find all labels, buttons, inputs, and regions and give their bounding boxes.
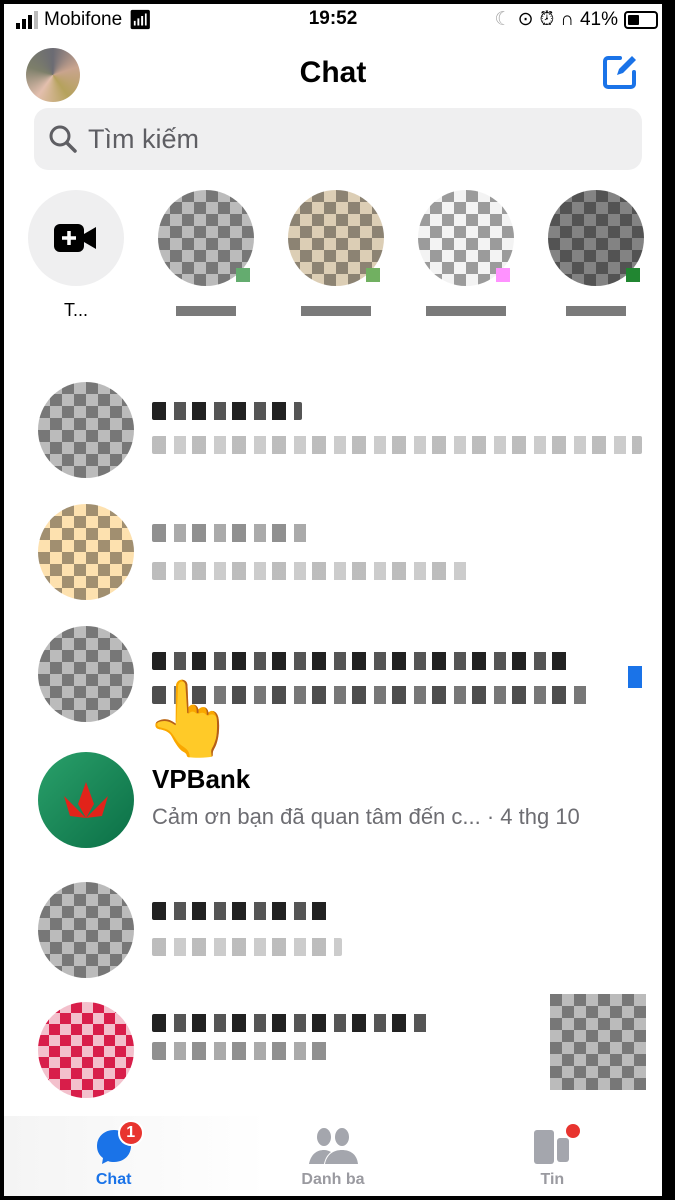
battery-icon [624,10,658,29]
attachment-thumbnail [550,994,646,1090]
video-plus-icon [28,190,124,286]
pointing-hand-icon: 👆 [144,677,237,760]
story-item[interactable] [546,190,646,322]
story-item[interactable] [416,190,516,322]
page-title: Chat [299,56,367,89]
search-icon [49,125,77,153]
story-item[interactable] [286,190,386,322]
tab-stories[interactable]: Tin [443,1116,662,1196]
tab-contacts[interactable]: Danh ba [223,1116,442,1196]
vpbank-logo [38,752,134,848]
search-input[interactable]: Tìm kiếm [34,108,642,170]
chat-row[interactable] [4,374,662,494]
alarm-icon: ⏰︎ [539,8,555,30]
status-bar: Mobifone 📶︎ 19:52 ☾ ⊙ ⏰︎ ∩ 41% [4,4,662,34]
tab-label: Chat [95,1171,132,1188]
tab-bar: 1 Chat Danh ba Tin [4,1116,662,1196]
story-avatar [158,190,254,286]
tab-label: Tin [540,1171,565,1188]
rotation-lock-icon: ⊙ [517,9,534,30]
story-avatar [548,190,644,286]
tab-chat[interactable]: 1 Chat [4,1116,223,1196]
online-indicator [236,268,250,282]
unread-badge: 1 [117,1120,144,1146]
story-item[interactable] [156,190,256,322]
chat-avatar [38,626,134,722]
headphones-icon: ∩ [560,8,574,30]
search-placeholder: Tìm kiếm [88,123,199,154]
chat-row[interactable] [4,874,662,994]
tab-label: Danh ba [301,1171,365,1188]
compose-icon[interactable] [600,52,640,92]
online-indicator [496,268,510,282]
story-avatar [288,190,384,286]
chat-row[interactable] [4,496,662,616]
chat-avatar [38,882,134,978]
battery-percent: 41% [579,8,618,30]
people-icon [308,1128,358,1164]
chat-preview: Cảm ơn bạn đã quan tâm đến c... · 4 thg … [152,804,580,829]
header: Chat [4,42,662,102]
new-dot [566,1124,581,1138]
moon-icon: ☾ [494,9,512,30]
create-room-button[interactable]: T... [26,190,126,322]
create-label: T... [63,300,88,320]
screen: Mobifone 📶︎ 19:52 ☾ ⊙ ⏰︎ ∩ 41% Chat Tìm kiế… [4,4,662,1196]
online-indicator [626,268,640,282]
stories-row: T... [4,190,662,340]
chat-row[interactable] [4,994,662,1114]
chat-avatar [38,504,134,600]
online-indicator [366,268,380,282]
chat-avatar [38,1002,134,1098]
chat-name: VPBank [152,764,251,794]
chat-row-vpbank[interactable]: VPBank Cảm ơn bạn đã quan tâm đến c... ·… [4,744,662,864]
story-avatar [418,190,514,286]
chat-avatar [38,382,134,478]
unread-indicator [628,666,642,688]
chat-row[interactable] [4,618,662,738]
